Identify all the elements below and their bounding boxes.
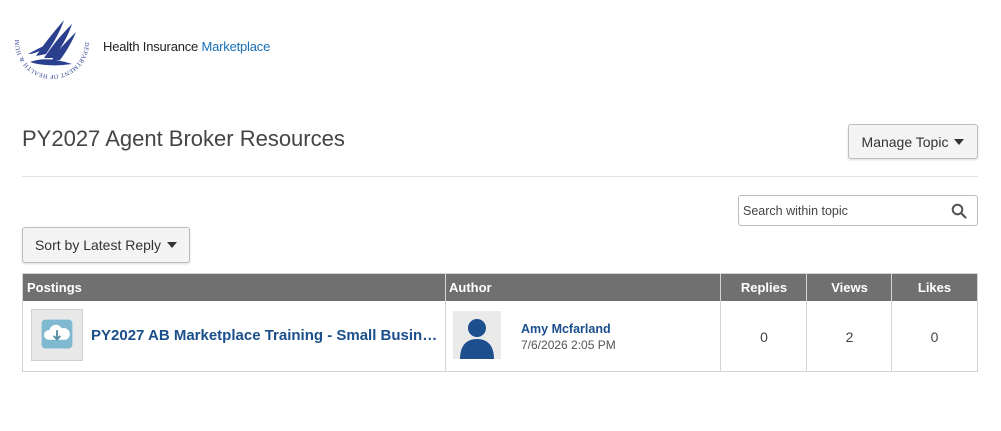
table-header: Postings Author Replies Views Likes [23,274,977,301]
postings-table: Postings Author Replies Views Likes PY20… [22,273,978,372]
manage-topic-button[interactable]: Manage Topic [848,124,978,159]
likes-count: 0 [930,329,939,345]
caret-down-icon [167,242,178,248]
posting-title-link[interactable]: PY2027 AB Marketplace Training - Small B… [91,327,441,344]
brand-name[interactable]: Health Insurance Marketplace [103,39,270,54]
search-icon[interactable] [951,203,967,219]
brand-prefix: Health Insurance [103,39,202,54]
hhs-seal-icon[interactable]: DEPARTMENT OF HEALTH & HUMAN SERVICES · … [14,4,90,80]
header-postings[interactable]: Postings [27,274,82,301]
author-name-link[interactable]: Amy Mcfarland [521,322,611,336]
search-box [738,195,978,226]
header-replies[interactable]: Replies [721,274,807,301]
search-input[interactable] [739,196,945,225]
views-count: 2 [845,329,854,345]
header-likes[interactable]: Likes [892,274,977,301]
site-header: DEPARTMENT OF HEALTH & HUMAN SERVICES · … [14,4,414,84]
caret-down-icon [954,138,965,145]
posting-date: 7/6/2026 2:05 PM [521,338,616,352]
brand-accent: Marketplace [201,39,271,54]
table-row: PY2027 AB Marketplace Training - Small B… [23,301,977,371]
posting-thumbnail[interactable] [31,309,83,361]
sort-label: Sort by Latest Reply [34,237,162,253]
page-title: PY2027 Agent Broker Resources [22,126,345,151]
manage-topic-label: Manage Topic [861,133,949,150]
user-avatar-icon [460,319,494,359]
header-author[interactable]: Author [449,274,492,301]
cloud-download-file-icon [41,319,73,349]
replies-count: 0 [760,329,768,345]
author-avatar[interactable] [453,311,501,359]
header-views[interactable]: Views [807,274,892,301]
sort-button[interactable]: Sort by Latest Reply [22,227,190,263]
divider [22,176,978,177]
